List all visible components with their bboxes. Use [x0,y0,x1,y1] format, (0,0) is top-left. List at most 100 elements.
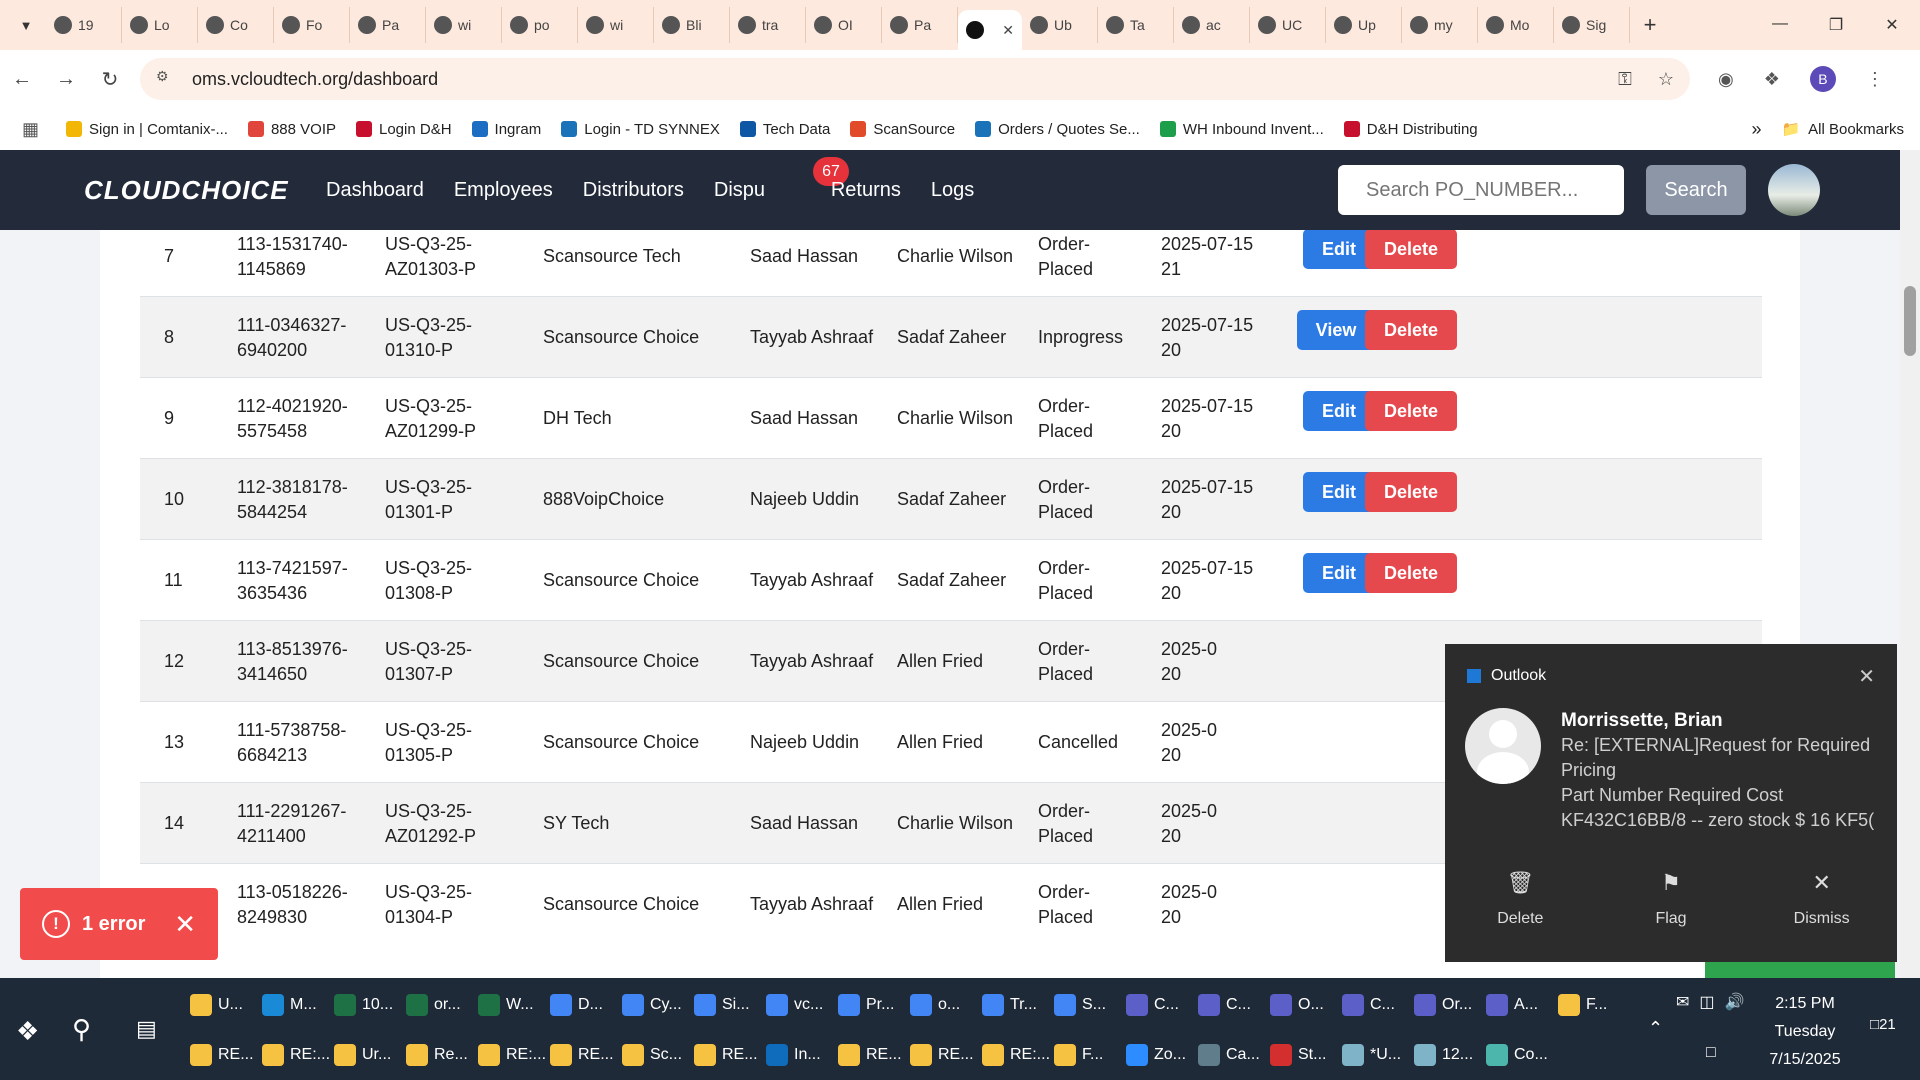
bookmark-item[interactable]: ScanSource [850,121,955,138]
close-window-button[interactable]: ✕ [1864,15,1920,35]
delete-button[interactable]: Delete [1365,472,1457,512]
bookmark-item[interactable]: 888 VOIP [247,121,336,138]
nav-distributors[interactable]: Distributors [583,179,684,202]
taskbar-app-button[interactable]: RE... [190,1034,256,1076]
delete-button[interactable]: Delete [1365,553,1457,593]
notification-flag-button[interactable]: ⚑ Flag [1596,870,1747,928]
browser-tab[interactable]: Pa [350,7,426,43]
taskbar-app-button[interactable]: A... [1486,984,1552,1026]
bookmark-item[interactable]: Sign in | Comtanix-... [66,121,228,138]
password-key-icon[interactable]: ⚿ [1618,69,1632,90]
forward-button[interactable]: → [44,68,88,91]
browser-tab[interactable]: Bli [654,7,730,43]
restore-button[interactable]: ❐ [1808,15,1864,35]
taskbar-app-button[interactable]: or... [406,984,472,1026]
scrollbar-thumb[interactable] [1904,286,1916,356]
taskbar-app-button[interactable]: Pr... [838,984,904,1026]
search-button[interactable]: Search [1646,165,1746,215]
view-button[interactable]: View [1297,310,1375,350]
taskbar-app-button[interactable]: C... [1342,984,1408,1026]
taskbar-app-button[interactable]: 10... [334,984,400,1026]
new-tab-button[interactable]: + [1630,12,1670,38]
browser-tab[interactable]: po [502,7,578,43]
minimize-button[interactable]: — [1752,15,1808,35]
browser-tab[interactable]: Lo [122,7,198,43]
taskbar-app-button[interactable]: RE... [838,1034,904,1076]
po-search-input[interactable] [1338,165,1624,215]
browser-tab[interactable]: Up [1326,7,1402,43]
delete-button[interactable]: Delete [1365,229,1457,269]
taskbar-app-button[interactable]: O... [1270,984,1336,1026]
taskbar-app-button[interactable]: *U... [1342,1034,1408,1076]
browser-tab[interactable]: ac [1174,7,1250,43]
tray-chevron-icon[interactable]: ⌃ [1648,1018,1663,1039]
taskbar-app-button[interactable]: 12... [1414,1034,1480,1076]
nav-returns[interactable]: Returns [831,179,901,202]
taskbar-app-button[interactable]: U... [190,984,256,1026]
bookmark-item[interactable]: D&H Distributing [1343,121,1478,138]
taskbar-app-button[interactable]: M... [262,984,328,1026]
error-toast[interactable]: ! 1 error ✕ [20,888,218,960]
windows-start-icon[interactable]: ❖ [16,1016,44,1046]
page-scrollbar[interactable] [1900,150,1920,978]
tab-search-dropdown[interactable]: ▼ [6,8,46,42]
taskbar-app-button[interactable]: vc... [766,984,832,1026]
nav-employees[interactable]: Employees [454,179,553,202]
taskbar-app-button[interactable]: Cy... [622,984,688,1026]
browser-tab[interactable]: Co [198,7,274,43]
taskbar-app-button[interactable]: Ca... [1198,1034,1264,1076]
taskbar-app-button[interactable]: Or... [1414,984,1480,1026]
taskbar-app-button[interactable]: Si... [694,984,760,1026]
apps-grid-icon[interactable]: ▦ [22,119,42,139]
taskbar-app-button[interactable]: F... [1054,1034,1120,1076]
taskbar-app-button[interactable]: RE... [694,1034,760,1076]
nav-disputes[interactable]: Dispu67 [714,156,849,202]
user-avatar[interactable] [1768,164,1820,216]
notification-dismiss-button[interactable]: ✕ Dismiss [1746,870,1897,928]
taskbar-app-button[interactable]: Re... [406,1034,472,1076]
all-bookmarks-button[interactable]: 📁 All Bookmarks [1781,120,1904,139]
browser-tab[interactable]: my [1402,7,1478,43]
more-bookmarks-chevron-icon[interactable]: » [1751,119,1761,140]
browser-tab[interactable]: UC [1250,7,1326,43]
browser-tab[interactable]: Ub [1022,7,1098,43]
taskbar-app-button[interactable]: Co... [1486,1034,1552,1076]
address-bar[interactable]: ⚙ oms.vcloudtech.org/dashboard ⚿ ☆ [140,58,1690,100]
notification-delete-button[interactable]: 🗑 Delete [1445,870,1596,928]
reload-button[interactable]: ↻ [88,67,132,92]
delete-button[interactable]: Delete [1365,391,1457,431]
taskbar-app-button[interactable]: RE:... [262,1034,330,1076]
taskbar-app-button[interactable]: Tr... [982,984,1048,1026]
outlook-notification[interactable]: Outlook ✕ Morrissette, Brian Re: [EXTERN… [1445,644,1897,962]
close-tab-icon[interactable]: ✕ [1002,22,1014,39]
browser-tab[interactable]: tra [730,7,806,43]
bookmark-item[interactable]: Tech Data [739,121,830,138]
bookmark-item[interactable]: Ingram [471,121,541,138]
task-view-icon[interactable]: ▤ [136,1016,157,1042]
taskbar-app-button[interactable]: o... [910,984,976,1026]
browser-tab[interactable]: Ta [1098,7,1174,43]
browser-tab[interactable]: Mo [1478,7,1554,43]
browser-tab[interactable]: wi [578,7,654,43]
taskbar-clock[interactable]: 2:15 PM Tuesday 7/15/2025 [1750,990,1860,1074]
network-icon[interactable]: □ [1706,1044,1716,1062]
taskbar-app-button[interactable]: W... [478,984,544,1026]
bookmark-item[interactable]: WH Inbound Invent... [1159,121,1324,138]
translate-icon[interactable]: ◉ [1718,69,1734,90]
tray-icons[interactable]: ✉◫🔊 [1676,992,1754,1012]
taskbar-app-button[interactable]: In... [766,1034,832,1076]
taskbar-app-button[interactable]: RE... [550,1034,616,1076]
browser-tab[interactable]: Fo [274,7,350,43]
delete-button[interactable]: Delete [1365,310,1457,350]
taskbar-app-button[interactable]: F... [1558,984,1624,1026]
browser-tab[interactable]: Sig [1554,7,1630,43]
browser-tab[interactable]: wi [426,7,502,43]
cloudchoice-logo[interactable]: CLOUDCHOICE [84,175,288,206]
bookmark-star-icon[interactable]: ☆ [1658,69,1674,90]
taskbar-app-button[interactable]: Ur... [334,1034,400,1076]
taskbar-app-button[interactable]: S... [1054,984,1120,1026]
taskbar-app-button[interactable]: D... [550,984,616,1026]
taskbar-app-button[interactable]: RE:... [982,1034,1050,1076]
nav-dashboard[interactable]: Dashboard [326,179,424,202]
browser-tab[interactable]: OI [806,7,882,43]
